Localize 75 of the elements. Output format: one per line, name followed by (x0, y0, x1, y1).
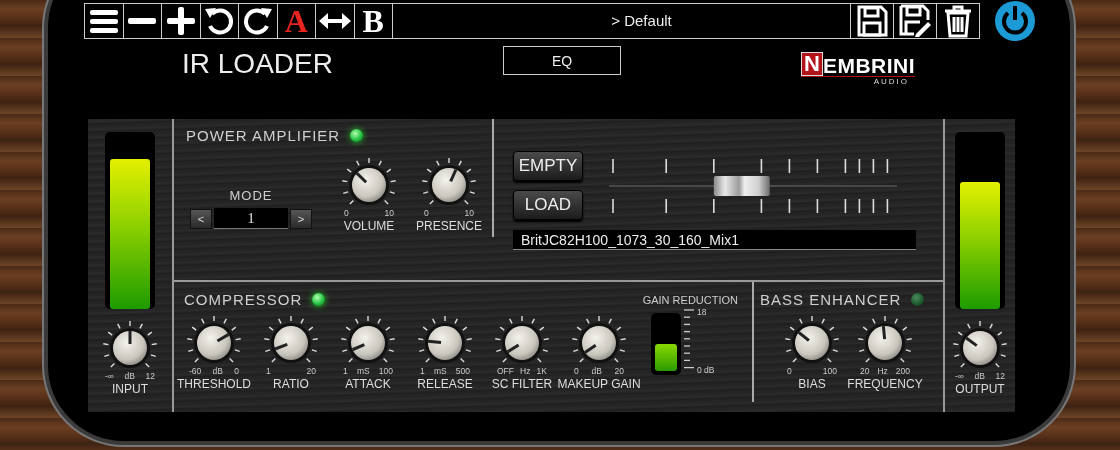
knob-label: RATIO (273, 377, 309, 391)
undo-icon (202, 5, 236, 37)
section-title: BASS ENHANCER (760, 291, 902, 308)
scale-min-label: -∞ (105, 371, 114, 381)
knob-label: BIAS (798, 377, 826, 391)
section-title: COMPRESSOR (184, 291, 303, 308)
scale-min-label: 1 (420, 366, 425, 376)
scale-min-label: OFF (497, 366, 514, 376)
plus-icon (166, 7, 195, 35)
logo-text: EMBRINI (822, 56, 916, 76)
knob-label: OUTPUT (955, 382, 1005, 396)
scale-min-label: 1 (266, 366, 271, 376)
scale-unit-label: mS (356, 366, 370, 376)
scale-min-label: 20 (860, 366, 870, 376)
scale-unit-label: mS (433, 366, 447, 376)
redo-icon (241, 5, 275, 37)
scale-max-label: 100 (822, 366, 837, 376)
scale-max-label: 10 (464, 208, 474, 218)
knob-label: FREQUENCY (847, 377, 923, 391)
fader-thumb[interactable] (713, 175, 770, 196)
plugin-title: IR LOADER (182, 49, 334, 79)
knob-label: INPUT (112, 382, 148, 396)
ir-file-display: BritJC82H100_1073_30_160_Mix1 (513, 230, 916, 250)
scale-min-label: 1 (343, 366, 348, 376)
scale-unit-label: dB (591, 366, 602, 376)
scale-unit-label: Hz (520, 366, 531, 376)
scale-unit-label: Hz (877, 366, 888, 376)
preset-name[interactable]: > Default (393, 4, 850, 38)
scale-min-label: -∞ (955, 371, 964, 381)
scale-max-label: 500 (455, 366, 470, 376)
scale-max-label: 18 (697, 307, 708, 317)
scale-max-label: 20 (614, 366, 624, 376)
scale-min-label: 0 (787, 366, 792, 376)
mode-label: MODE (229, 188, 273, 203)
scale-max-label: 1K (536, 366, 547, 376)
scale-unit-label: dB (124, 371, 135, 381)
scale-max-label: 100 (378, 366, 393, 376)
scale-unit-label: dB (212, 366, 223, 376)
scale-min-label: 0 (344, 208, 349, 218)
knob-label: SC FILTER (491, 377, 553, 391)
scale-unit-label: dB (974, 371, 985, 381)
scale-max-label: 20 (306, 366, 316, 376)
knob-label: MAKEUP GAIN (557, 377, 641, 391)
eq-button[interactable]: EQ (503, 46, 621, 75)
scale-max-label: 200 (895, 366, 910, 376)
trash-icon (943, 4, 973, 38)
section-title: POWER AMPLIFIER (186, 127, 341, 144)
double-arrow-icon (318, 13, 351, 29)
logo-initial: N (801, 52, 823, 76)
next-button[interactable]: > (290, 208, 312, 229)
scale-min-label: -60 (189, 366, 202, 376)
scale-ticks (684, 307, 695, 371)
scale-max-label: 10 (384, 208, 394, 218)
scale-min-label: 0 (424, 208, 429, 218)
minus-icon (128, 18, 157, 24)
knob-label: ATTACK (345, 377, 391, 391)
gain-reduction-label: GAIN REDUCTION (642, 293, 738, 306)
scale-min-label: 0 (574, 366, 579, 376)
scale-max-label: 12 (995, 371, 1005, 381)
toolbar-button[interactable] (316, 4, 355, 38)
floppy-pencil-icon (898, 4, 932, 38)
knob-label: THRESHOLD (177, 377, 251, 391)
power-icon[interactable] (994, 0, 1036, 42)
knob-label: PRESENCE (416, 219, 482, 233)
ir-button[interactable]: LOAD (513, 190, 583, 220)
mode-value-display: 1 (214, 208, 288, 229)
knob-label: RELEASE (417, 377, 473, 391)
previous-button[interactable]: < (190, 208, 212, 229)
scale-max-label: 12 (145, 371, 155, 381)
knob-label: VOLUME (343, 219, 395, 233)
scale-min-label: 0 dB (697, 365, 715, 375)
ir-button[interactable]: EMPTY (513, 151, 583, 181)
menu-icon (89, 9, 118, 33)
scale-max-label: 0 (234, 366, 239, 376)
logo-subtext: AUDIO (873, 77, 910, 86)
